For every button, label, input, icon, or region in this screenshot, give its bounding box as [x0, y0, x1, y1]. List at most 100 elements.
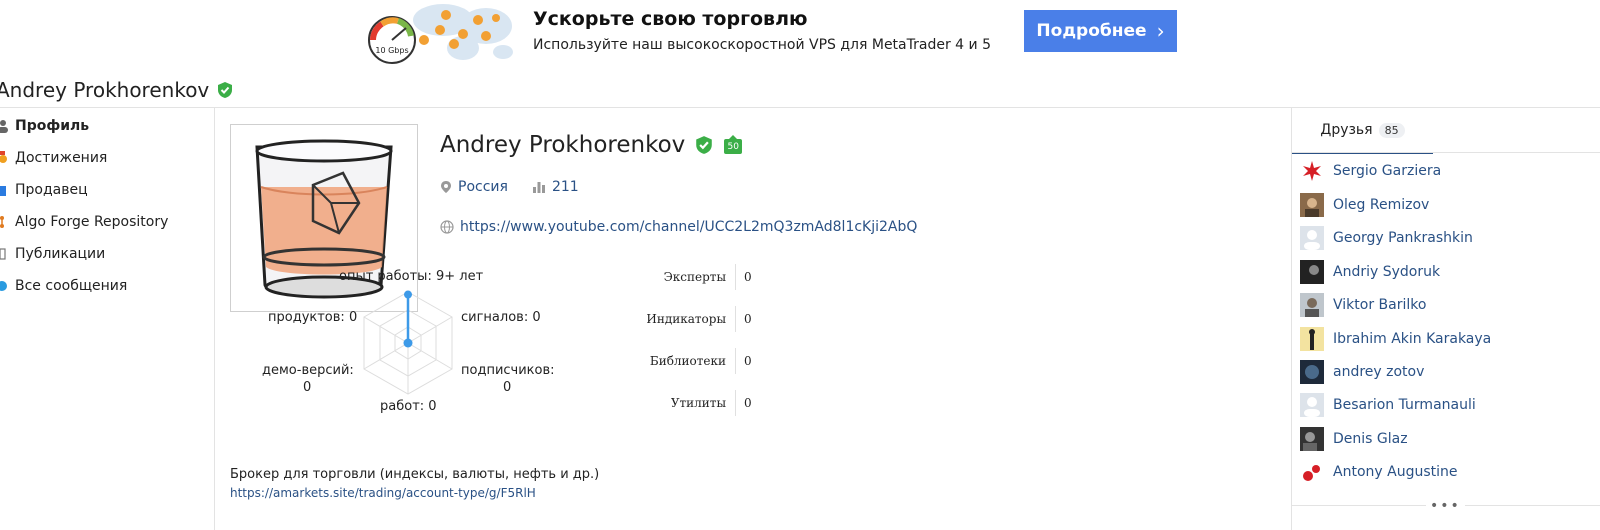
radar-center-point — [403, 338, 413, 348]
friend-item[interactable]: andrey zotov — [1300, 359, 1424, 385]
stat-divider — [735, 390, 736, 416]
friend-name-link[interactable]: Denis Glaz — [1333, 431, 1408, 447]
avatar[interactable] — [1300, 226, 1324, 250]
radar-experience-point — [404, 290, 412, 299]
profile-name: Andrey Prokhorenkov 50 — [440, 132, 743, 158]
banner-subtitle[interactable]: Используйте наш высокоскоростной VPS для… — [533, 37, 991, 53]
friend-name-link[interactable]: Ibrahim Akin Karakaya — [1333, 331, 1491, 347]
sidebar-item-publications[interactable]: Публикации — [0, 244, 105, 264]
globe-icon — [440, 220, 454, 234]
radar-label-demos: демо-версий: — [262, 363, 354, 378]
shop-icon — [0, 183, 10, 197]
friend-item[interactable]: Andriy Sydoruk — [1300, 259, 1440, 285]
radar-label-experience: опыт работы: 9+ лет — [339, 269, 484, 284]
friend-item[interactable]: Denis Glaz — [1300, 426, 1408, 452]
radar-label-products: продуктов: 0 — [268, 310, 358, 325]
banner-title[interactable]: Ускорьте свою торговлю — [533, 8, 807, 30]
stat-experts-value: 0 — [744, 270, 752, 284]
level-badge-icon: 50 — [723, 135, 743, 155]
radar-value-demos: 0 — [303, 380, 312, 395]
avatar[interactable] — [1300, 159, 1324, 183]
friend-name-link[interactable]: andrey zotov — [1333, 364, 1424, 380]
sidebar-item-seller[interactable]: Продавец — [0, 180, 88, 200]
friends-divider — [1292, 152, 1600, 153]
friend-item[interactable]: Sergio Garziera — [1300, 158, 1441, 184]
stat-indicators-label[interactable]: Индикаторы — [606, 312, 726, 326]
friend-name-link[interactable]: Andriy Sydoruk — [1333, 264, 1440, 280]
stats-radar-chart — [330, 280, 490, 410]
friend-item[interactable]: Oleg Remizov — [1300, 192, 1429, 218]
profile-country-link[interactable]: Россия — [458, 179, 508, 195]
friend-name-link[interactable]: Georgy Pankrashkin — [1333, 230, 1473, 246]
stat-divider — [735, 348, 736, 374]
verified-shield-icon — [696, 136, 713, 154]
avatar[interactable] — [1300, 260, 1324, 284]
tab-friends-label: Друзья — [1320, 122, 1373, 138]
banner-more-label: Подробнее — [1036, 21, 1147, 41]
friend-item[interactable]: Viktor Barilko — [1300, 292, 1426, 318]
banner-more-button[interactable]: Подробнее › — [1024, 10, 1177, 52]
profile-about-text: Брокер для торговли (индексы, валюты, не… — [230, 467, 600, 482]
sidebar-item-algo-forge[interactable]: Algo Forge Repository — [0, 212, 168, 232]
medal-icon — [0, 151, 10, 165]
location-icon — [441, 181, 451, 193]
tab-friends[interactable]: Друзья 85 — [1292, 108, 1433, 154]
repo-icon — [0, 215, 10, 229]
avatar[interactable] — [1300, 193, 1324, 217]
stat-libraries-label[interactable]: Библиотеки — [606, 354, 726, 368]
sidebar-item-label: Достижения — [15, 150, 108, 166]
sidebar-item-label: Продавец — [15, 182, 88, 198]
verified-shield-icon — [218, 82, 233, 98]
avatar[interactable] — [1300, 427, 1324, 451]
sidebar-item-all-messages[interactable]: Все сообщения — [0, 276, 127, 296]
friend-name-link[interactable]: Besarion Turmanauli — [1333, 397, 1476, 413]
profile-about-link[interactable]: https://amarkets.site/trading/account-ty… — [230, 486, 536, 500]
friend-item[interactable]: Besarion Turmanauli — [1300, 392, 1476, 418]
friend-name-link[interactable]: Viktor Barilko — [1333, 297, 1426, 313]
friends-more-icon[interactable]: ••• — [1426, 498, 1465, 514]
friend-item[interactable]: Ibrahim Akin Karakaya — [1300, 326, 1491, 352]
avatar[interactable] — [1300, 393, 1324, 417]
avatar[interactable] — [1300, 360, 1324, 384]
speed-badge: 10 Gbps — [375, 46, 408, 55]
stat-experts-label[interactable]: Эксперты — [606, 270, 726, 284]
stat-libraries-value: 0 — [744, 354, 752, 368]
friends-panel: Друзья 85 Sergio Garziera Oleg Remizov G… — [1291, 108, 1600, 530]
stat-indicators-value: 0 — [744, 312, 752, 326]
friend-name-link[interactable]: Sergio Garziera — [1333, 163, 1441, 179]
stat-utilities-value: 0 — [744, 396, 752, 410]
profile-website: https://www.youtube.com/channel/UCC2L2mQ… — [440, 219, 917, 235]
chevron-right-icon: › — [1156, 19, 1165, 43]
friend-name-link[interactable]: Oleg Remizov — [1333, 197, 1429, 213]
sidebar-item-label: Algo Forge Repository — [15, 214, 169, 230]
user-icon — [0, 119, 10, 133]
friend-name-link[interactable]: Antony Augustine — [1333, 464, 1457, 480]
sidebar-item-label: Профиль — [15, 118, 90, 134]
profile-meta: Россия 211 — [440, 179, 579, 195]
profile-rating-link[interactable]: 211 — [552, 179, 579, 195]
level-badge-value: 50 — [727, 142, 739, 152]
profile-name-text: Andrey Prokhorenkov — [440, 132, 686, 158]
banner-graphic[interactable]: 10 Gbps — [368, 0, 516, 68]
page-title-text: Andrey Prokhorenkov — [0, 78, 210, 102]
sidebar-item-label: Публикации — [15, 246, 106, 262]
friends-count-badge: 85 — [1378, 122, 1405, 138]
friend-item[interactable]: Georgy Pankrashkin — [1300, 225, 1473, 251]
avatar[interactable] — [1300, 460, 1324, 484]
rating-bars-icon — [532, 182, 545, 193]
avatar[interactable] — [1300, 293, 1324, 317]
document-icon — [0, 247, 10, 261]
sidebar-item-achievements[interactable]: Достижения — [0, 148, 107, 168]
radar-value-subscribers: 0 — [503, 380, 512, 395]
profile-website-link[interactable]: https://www.youtube.com/channel/UCC2L2mQ… — [460, 219, 917, 235]
radar-label-subscribers: подписчиков: — [461, 363, 555, 378]
sidebar-item-profile[interactable]: Профиль — [0, 116, 89, 136]
radar-label-jobs: работ: 0 — [380, 399, 437, 414]
sidebar-item-label: Все сообщения — [15, 278, 128, 294]
avatar[interactable] — [1300, 327, 1324, 351]
stat-divider — [735, 264, 736, 290]
stat-utilities-label[interactable]: Утилиты — [606, 396, 726, 410]
sidebar: Профиль Достижения Продавец Algo Forge R… — [0, 108, 215, 530]
radar-label-signals: сигналов: 0 — [461, 310, 541, 325]
friend-item[interactable]: Antony Augustine — [1300, 459, 1457, 485]
